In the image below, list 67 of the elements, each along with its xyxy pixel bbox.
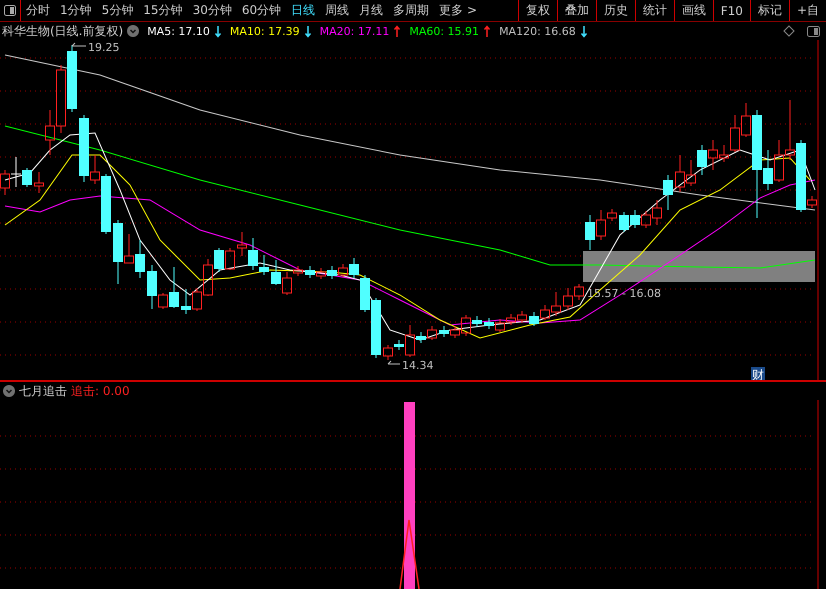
candlestick xyxy=(574,284,584,300)
candlestick xyxy=(495,318,505,332)
period-tab[interactable]: 周线 xyxy=(320,2,354,19)
period-tab[interactable]: 1分钟 xyxy=(55,2,97,19)
high-price-label: 19.25 xyxy=(88,41,120,54)
toolbar-button[interactable]: 历史 xyxy=(596,0,635,21)
diamond-icon[interactable] xyxy=(783,25,795,37)
finance-badge-background xyxy=(751,367,765,380)
panel-toggle-icon[interactable] xyxy=(4,5,16,16)
chevron-down-icon[interactable] xyxy=(127,25,140,37)
signal-spike xyxy=(399,519,420,589)
toolbar-button[interactable]: F10 xyxy=(712,0,750,21)
period-tab[interactable]: 日线 xyxy=(286,2,320,19)
candlestick xyxy=(774,140,784,182)
candlestick xyxy=(225,248,235,270)
candlestick xyxy=(135,240,145,278)
candlestick xyxy=(237,232,247,256)
candlestick xyxy=(675,154,685,192)
candlestick xyxy=(686,160,696,186)
toolbar-button[interactable]: 画线 xyxy=(674,0,713,21)
candlestick xyxy=(517,310,527,324)
candlestick xyxy=(697,144,707,176)
candlestick xyxy=(484,318,494,330)
candlestick xyxy=(663,174,673,210)
candlestick xyxy=(506,314,516,326)
indicator-value: 追击: 0.00 xyxy=(71,382,130,400)
low-price-label: 14.34 xyxy=(402,359,434,372)
toolbar-button[interactable]: 叠加 xyxy=(556,0,596,21)
candlestick xyxy=(271,260,281,286)
candlestick xyxy=(34,172,44,194)
moving-average-value: MA5: 17.10 xyxy=(147,24,210,38)
candlestick xyxy=(619,212,629,232)
candlestick xyxy=(327,266,337,280)
candlestick xyxy=(529,312,539,326)
moving-average-value: MA120: 16.68 xyxy=(499,24,576,38)
candlestick xyxy=(630,210,640,228)
candlestick xyxy=(427,326,437,340)
toolbar-button[interactable]: 复权 xyxy=(518,0,557,21)
period-tab[interactable]: 60分钟 xyxy=(236,2,286,19)
period-tab[interactable]: 分时 xyxy=(21,2,55,19)
more-menu[interactable]: 更多 > xyxy=(434,2,482,19)
moving-average-value: MA20: 17.11 xyxy=(320,24,390,38)
candlestick xyxy=(67,44,77,112)
candlestick xyxy=(439,326,449,338)
toolbar-button[interactable]: 标记 xyxy=(750,0,789,21)
candlestick xyxy=(0,170,10,196)
period-tab[interactable]: 5分钟 xyxy=(96,2,138,19)
toolbar-button[interactable]: 统计 xyxy=(634,0,674,21)
candlestick xyxy=(316,268,326,280)
indicator-name: 七月追击 xyxy=(19,382,67,400)
candlestick xyxy=(585,214,595,250)
leader-line xyxy=(72,42,86,46)
moving-average-value: MA10: 17.39 xyxy=(230,24,300,38)
period-tab[interactable]: 15分钟 xyxy=(138,2,188,19)
panel-toggle-icon[interactable] xyxy=(807,26,820,36)
period-tab[interactable]: 30分钟 xyxy=(188,2,237,19)
chevron-down-icon[interactable] xyxy=(3,385,15,397)
period-tab[interactable]: 月线 xyxy=(354,2,388,19)
candlestick xyxy=(785,100,795,160)
period-tab[interactable]: 多周期 xyxy=(388,2,434,19)
candlestick xyxy=(181,288,191,314)
chart-title: 科华生物(日线.前复权) xyxy=(2,22,124,40)
leader-line xyxy=(388,360,400,364)
moving-average-value: MA60: 15.91 xyxy=(409,24,480,38)
toolbar-button[interactable]: +自 xyxy=(788,0,826,21)
candlestick xyxy=(563,288,573,310)
candlestick xyxy=(305,266,315,278)
